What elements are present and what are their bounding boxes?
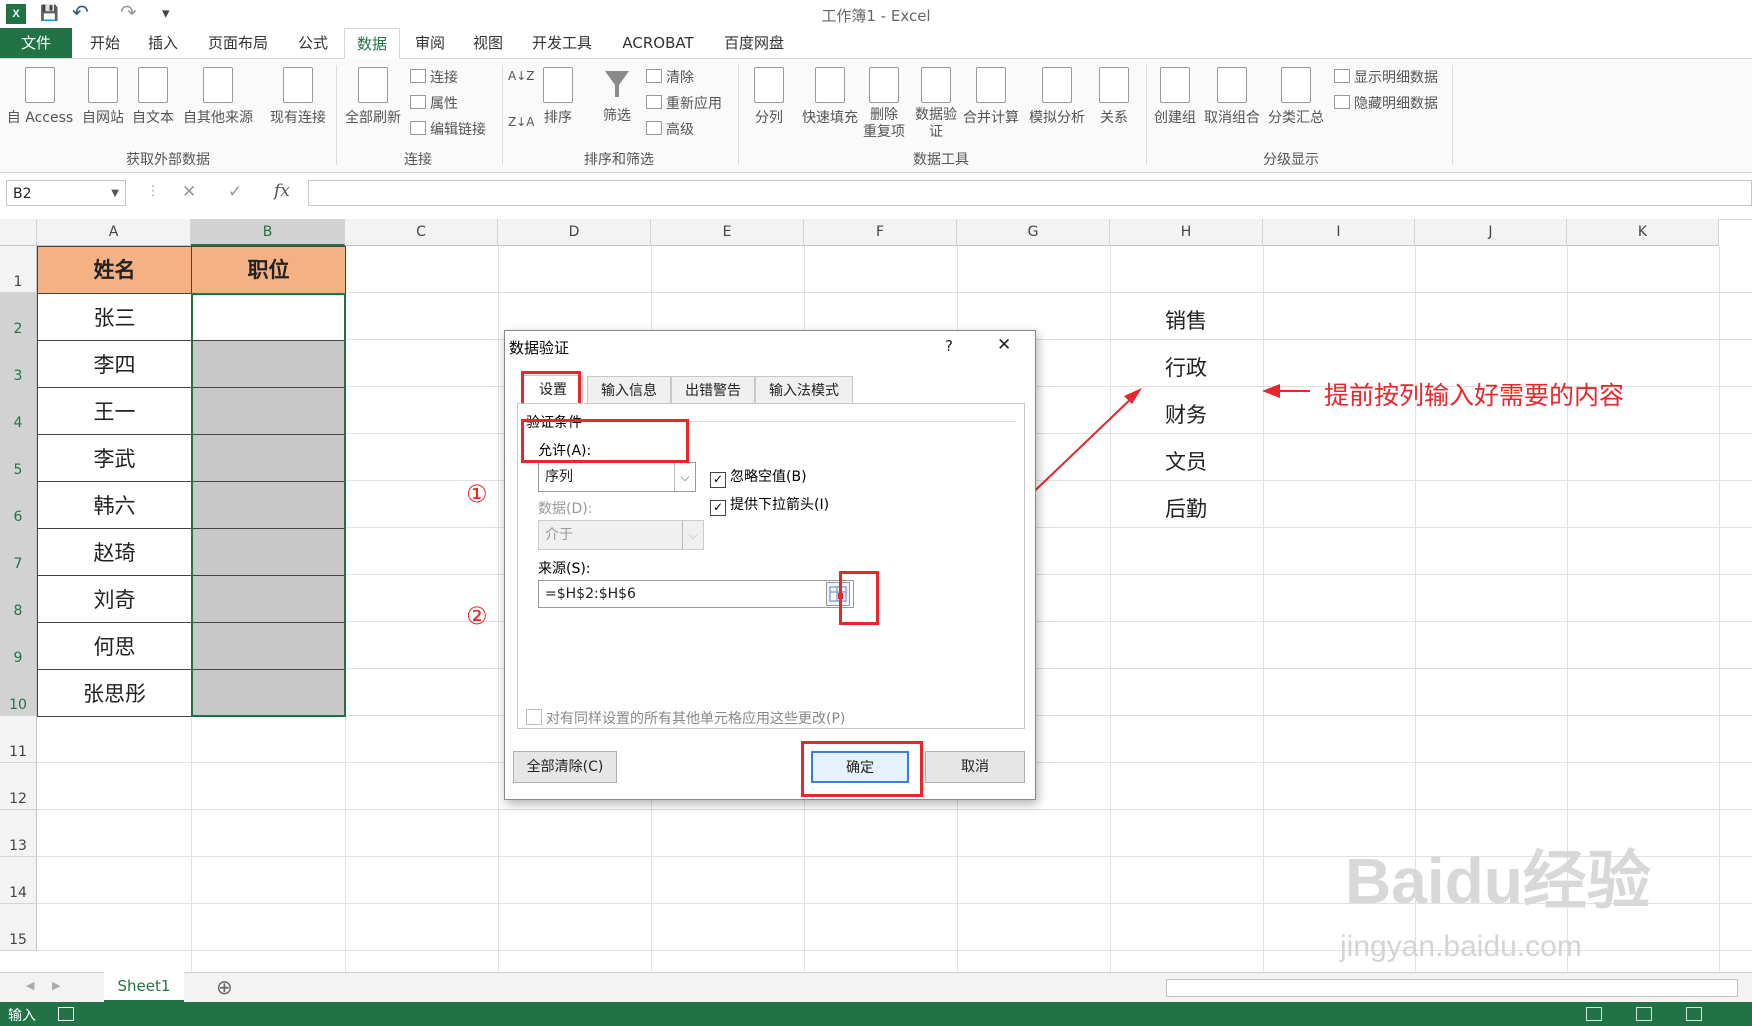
chevron-down-icon: ⌵ <box>682 521 703 549</box>
tab-input-message[interactable]: 输入信息 <box>587 376 671 404</box>
scroll-right-icon[interactable]: ▶ <box>52 979 60 992</box>
horizontal-scrollbar[interactable] <box>1166 979 1738 997</box>
cancel-button[interactable]: 取消 <box>925 751 1025 783</box>
checkbox-checked-icon: ✓ <box>710 500 726 516</box>
status-mode: 输入 <box>8 1008 36 1024</box>
checkbox-checked-icon: ✓ <box>710 472 726 488</box>
close-icon[interactable]: ✕ <box>997 335 1011 355</box>
watermark-logo: Baidu经验 <box>1345 845 1651 917</box>
normal-view-icon[interactable] <box>1586 1007 1602 1021</box>
data-validation-dialog: 数据验证 ? ✕ 设置 输入信息 出错警告 输入法模式 验证条件 允许(A): … <box>504 330 1036 800</box>
page-break-view-icon[interactable] <box>1686 1007 1702 1021</box>
data-label: 数据(D): <box>538 501 593 517</box>
highlight-box <box>801 741 923 797</box>
scroll-left-icon[interactable]: ◀ <box>26 979 34 992</box>
data-select: 介于 ⌵ <box>538 520 704 550</box>
source-input[interactable]: =$H$2:$H$6 <box>538 580 854 608</box>
sheet-tab-sheet1[interactable]: Sheet1 <box>104 972 184 1003</box>
chevron-down-icon[interactable]: ⌵ <box>674 463 695 491</box>
clear-all-button[interactable]: 全部清除(C) <box>513 751 617 783</box>
macro-record-icon[interactable] <box>58 1007 74 1021</box>
watermark-url: jingyan.baidu.com <box>1340 930 1582 963</box>
page-layout-view-icon[interactable] <box>1636 1007 1652 1021</box>
sheet-tab-bar: ◀ ▶ Sheet1 ⊕ <box>0 972 1752 1003</box>
help-icon[interactable]: ? <box>945 337 953 355</box>
allow-select[interactable]: 序列 ⌵ <box>538 462 696 492</box>
highlight-box <box>521 419 689 463</box>
tab-ime-mode[interactable]: 输入法模式 <box>755 376 853 404</box>
highlight-box <box>839 571 879 625</box>
in-cell-dropdown-checkbox[interactable]: ✓ 提供下拉箭头(I) <box>710 494 829 516</box>
status-bar: 输入 <box>0 1002 1752 1026</box>
tab-error-alert[interactable]: 出错警告 <box>671 376 755 404</box>
checkbox-unchecked-icon <box>526 709 542 725</box>
dialog-title: 数据验证 <box>509 339 570 357</box>
apply-all-checkbox[interactable]: 对有同样设置的所有其他单元格应用这些更改(P) <box>526 708 845 728</box>
source-label: 来源(S): <box>538 561 591 577</box>
step-marker-1: ① <box>466 480 488 508</box>
annotation-text: 提前按列输入好需要的内容 <box>1324 381 1625 410</box>
step-marker-2: ② <box>466 602 488 630</box>
add-sheet-icon[interactable]: ⊕ <box>216 975 233 999</box>
ignore-blank-checkbox[interactable]: ✓ 忽略空值(B) <box>710 466 807 488</box>
